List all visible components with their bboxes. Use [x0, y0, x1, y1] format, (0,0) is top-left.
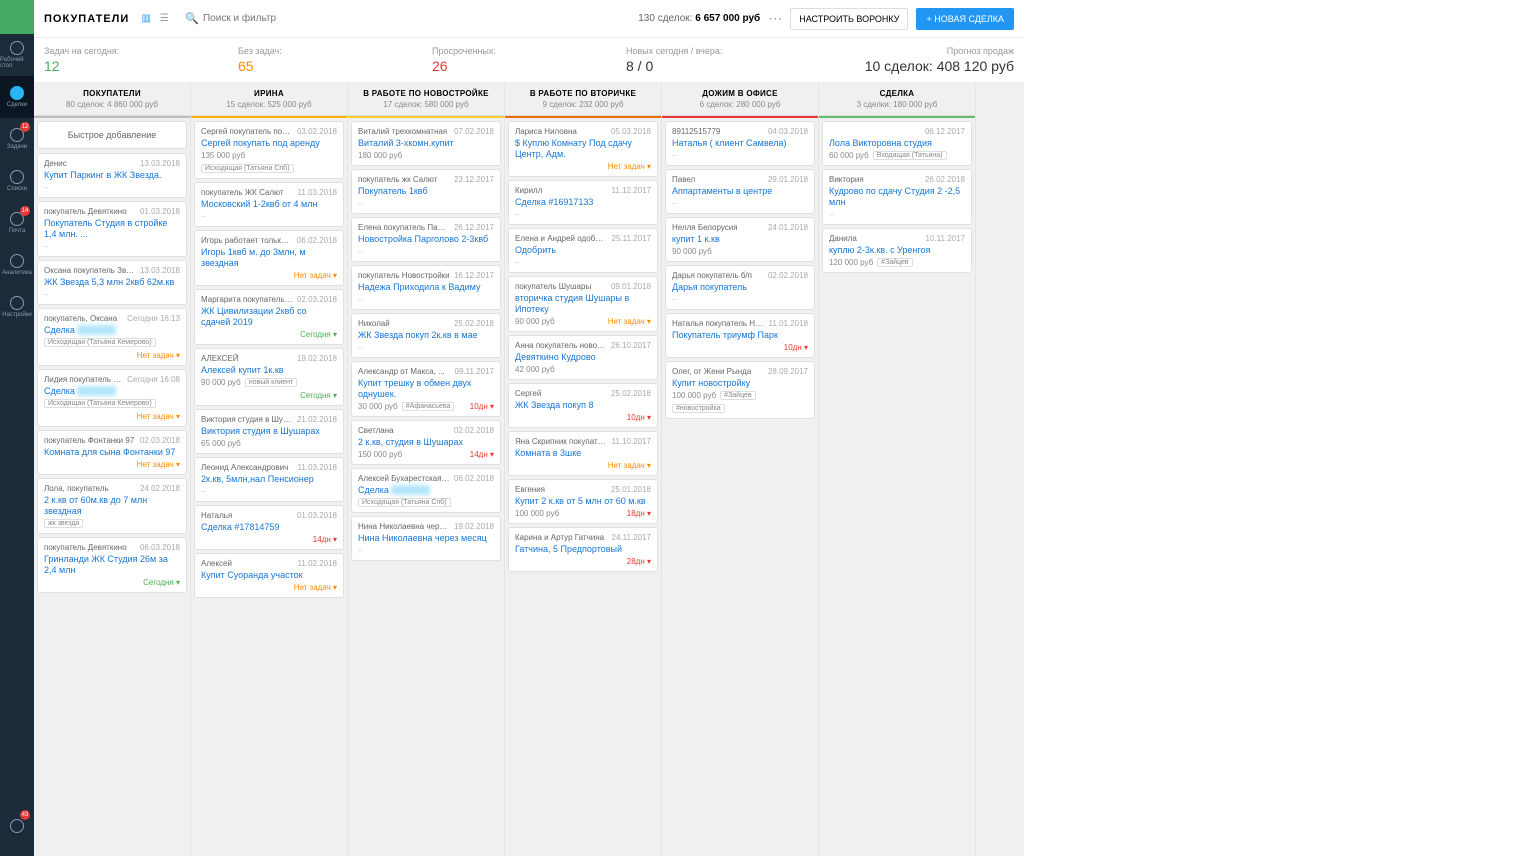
stat-block: Задач на сегодня:12: [44, 46, 238, 74]
deal-card[interactable]: Елена и Андрей одобрить в дельте25.11.20…: [508, 228, 658, 273]
column-header: ПОКУПАТЕЛИ80 сделок: 4 860 000 руб: [34, 83, 190, 116]
deal-card[interactable]: покупатель Фонтанки 9702.03.2018Комната …: [37, 430, 187, 475]
stat-block: Прогноз продаж10 сделок: 408 120 руб: [820, 46, 1014, 74]
deal-card[interactable]: 06.12.2017Лола Викторовна студия60 000 р…: [822, 121, 972, 166]
deal-card[interactable]: Игорь работает только с нами06.02.2018Иг…: [194, 230, 344, 286]
column-header: СДЕЛКА3 сделки: 180 000 руб: [819, 83, 975, 116]
stats-bar: Задач на сегодня:12Без задач:65Просрочен…: [34, 38, 1024, 83]
main: ПОКУПАТЕЛИ ▥ ☰ 🔍 130 сделок: 6 657 000 р…: [34, 0, 1024, 856]
deal-card[interactable]: Лидия покупатель ЖК ЗвездаСегодня 16:08С…: [37, 369, 187, 427]
deal-card[interactable]: Павел29.01.2018Аппартаменты в центре–: [665, 169, 815, 214]
analytics-icon: [10, 254, 24, 268]
deal-card[interactable]: Нелля Белорусия24.01.2018купит 1 к.кв90 …: [665, 217, 815, 262]
deal-card[interactable]: Денис13.03.2018Купит Паркинг в ЖК Звезда…: [37, 153, 187, 198]
deal-card[interactable]: Сергей покупатель под аренду03.02.2018Се…: [194, 121, 344, 179]
sidebar-item-Сделки[interactable]: Сделки: [0, 76, 34, 118]
search-input[interactable]: [203, 13, 323, 24]
new-deal-button[interactable]: + НОВАЯ СДЕЛКА: [916, 8, 1014, 30]
deal-card[interactable]: покупатель жк Салют23.12.2017Покупатель …: [351, 169, 501, 214]
deal-card[interactable]: покупатель Девяткино06.03.2018Гринланди …: [37, 537, 187, 593]
deal-card[interactable]: Виталий трехкомнатная07.02.2018Виталий 3…: [351, 121, 501, 166]
search-icon: 🔍: [185, 12, 199, 25]
more-icon[interactable]: ⋯: [768, 10, 782, 27]
deal-card[interactable]: Кирилл11.12.2017Сделка #16917133–: [508, 180, 658, 225]
deal-card[interactable]: Нина Николаевна через месяц19.02.2018Нин…: [351, 516, 501, 561]
stat-block: Без задач:65: [238, 46, 432, 74]
deal-card[interactable]: Лола, покупатель24.02.20182 к.кв от 60м.…: [37, 478, 187, 534]
configure-funnel-button[interactable]: НАСТРОИТЬ ВОРОНКУ: [790, 8, 908, 30]
column-header: ДОЖИМ В ОФИСЕ6 сделок: 280 000 руб: [662, 83, 818, 116]
column: СДЕЛКА3 сделки: 180 000 руб 06.12.2017Ло…: [819, 83, 976, 856]
deal-card[interactable]: Алексей Бухарестская ул.д.9406.02.2018Сд…: [351, 468, 501, 513]
column: ДОЖИМ В ОФИСЕ6 сделок: 280 000 руб 891125…: [662, 83, 819, 856]
deal-card[interactable]: Александр от Макса, ...09.11.2017Купит т…: [351, 361, 501, 417]
deals-icon: [10, 86, 24, 100]
deal-card[interactable]: Карина и Артур Гатчина24.11.2017Гатчина,…: [508, 527, 658, 572]
deal-card[interactable]: 8911251577904.03.2018Наталья ( клиент Са…: [665, 121, 815, 166]
sidebar-item-Задачи[interactable]: Задачи12: [0, 118, 34, 160]
deal-card[interactable]: Николай25.02.2018ЖК Звезда покуп 2к.кв в…: [351, 313, 501, 358]
sidebar-item-Аналитика[interactable]: Аналитика: [0, 244, 34, 286]
list-view-icon[interactable]: ☰: [157, 12, 171, 26]
page-title: ПОКУПАТЕЛИ: [44, 13, 129, 25]
deal-card[interactable]: Наталья01.03.2018Сделка #1781475914дн ▾: [194, 505, 344, 550]
kanban-board: ПОКУПАТЕЛИ80 сделок: 4 860 000 руб Быстро…: [34, 83, 1024, 856]
sidebar-item-Настройки[interactable]: Настройки: [0, 286, 34, 328]
settings-icon: [10, 296, 24, 310]
sidebar: Рабочий столСделкиЗадачи12СпискиПочта14А…: [0, 0, 34, 856]
deal-card[interactable]: Наталья покупатель Новостройка11.01.2018…: [665, 313, 815, 358]
deal-card[interactable]: Светлана02.02.20182 к.кв, студия в Шушар…: [351, 420, 501, 465]
deal-card[interactable]: Евгения25.01.2018Купит 2 к.кв от 5 млн о…: [508, 479, 658, 524]
deal-card[interactable]: Оксана покупатель Звезда13.03.2018ЖК Зве…: [37, 260, 187, 305]
total-stats: 130 сделок: 6 657 000 руб: [638, 13, 760, 24]
column: ИРИНА15 сделок: 525 000 руб Сергей покупа…: [191, 83, 348, 856]
deal-card[interactable]: покупатель Новостройки16.12.2017Надежа П…: [351, 265, 501, 310]
deal-card[interactable]: Анна покупатель новостройка26.10.2017Дев…: [508, 335, 658, 380]
deal-card[interactable]: покупатель ЖК Салют11.03.2018Московский …: [194, 182, 344, 227]
column-header: В РАБОТЕ ПО НОВОСТРОЙКЕ17 сделок: 580 00…: [348, 83, 504, 116]
column: В РАБОТЕ ПО ВТОРИЧКЕ9 сделок: 232 000 ру…: [505, 83, 662, 856]
sidebar-item-Почта[interactable]: Почта14: [0, 202, 34, 244]
deal-card[interactable]: Дарья покупатель б/п02.02.2018Дарья поку…: [665, 265, 815, 310]
column-header: ИРИНА15 сделок: 525 000 руб: [191, 83, 347, 116]
stat-block: Просроченных:26: [432, 46, 626, 74]
topbar: ПОКУПАТЕЛИ ▥ ☰ 🔍 130 сделок: 6 657 000 р…: [34, 0, 1024, 38]
deal-card[interactable]: Данила10.11.2017куплю 2-3к.кв. с Уренгоя…: [822, 228, 972, 273]
dashboard-icon: [10, 41, 24, 55]
deal-card[interactable]: АЛЕКСЕЙ19.02.2018Алексей купит 1к.кв90 0…: [194, 348, 344, 406]
stat-block: Новых сегодня / вчера:8 / 0: [626, 46, 820, 74]
deal-card[interactable]: Елена покупатель Парголово26.12.2017Ново…: [351, 217, 501, 262]
deal-card[interactable]: Яна Скрипник покупатель Римског-Корсаков…: [508, 431, 658, 476]
deal-card[interactable]: Лариса Ниловна05.03.2018$ Куплю Комнату …: [508, 121, 658, 177]
deal-card[interactable]: Леонид Александрович11.03.20182к.кв, 5мл…: [194, 457, 344, 502]
column: ПОКУПАТЕЛИ80 сделок: 4 860 000 руб Быстро…: [34, 83, 191, 856]
deal-card[interactable]: Маргарита покупатель Жк Цивилизация02.03…: [194, 289, 344, 345]
column-header: В РАБОТЕ ПО ВТОРИЧКЕ9 сделок: 232 000 ру…: [505, 83, 661, 116]
deal-card[interactable]: Олег, от Жени Рында28.09.2017Купит новос…: [665, 361, 815, 419]
quick-add[interactable]: Быстрое добавление: [37, 121, 187, 149]
search-box[interactable]: 🔍: [185, 12, 323, 25]
avatar[interactable]: [0, 0, 34, 34]
column: В РАБОТЕ ПО НОВОСТРОЙКЕ17 сделок: 580 00…: [348, 83, 505, 856]
deal-card[interactable]: Виктория26.02.2018Кудрово по сдачу Студи…: [822, 169, 972, 225]
deal-card[interactable]: покупатель Девяткино01.03.2018Покупатель…: [37, 201, 187, 257]
lists-icon: [10, 170, 24, 184]
deal-card[interactable]: Сергей25.02.2018ЖК Звезда покуп 810дн ▾: [508, 383, 658, 428]
deal-card[interactable]: покупатель Шушары09.01.2018вторичка студ…: [508, 276, 658, 332]
sidebar-item-Рабочий стол[interactable]: Рабочий стол: [0, 34, 34, 76]
board-view-icon[interactable]: ▥: [139, 12, 153, 26]
sidebar-item-Списки[interactable]: Списки: [0, 160, 34, 202]
deal-card[interactable]: Алексей11.02.2018Купит Суоранда участокН…: [194, 553, 344, 598]
chat-icon[interactable]: 43: [0, 806, 34, 848]
view-toggle[interactable]: ▥ ☰: [139, 12, 171, 26]
deal-card[interactable]: покупатель, ОксанаСегодня 16:13Сделка xx…: [37, 308, 187, 366]
deal-card[interactable]: Виктория студия в Шушарах21.02.2018Викто…: [194, 409, 344, 454]
